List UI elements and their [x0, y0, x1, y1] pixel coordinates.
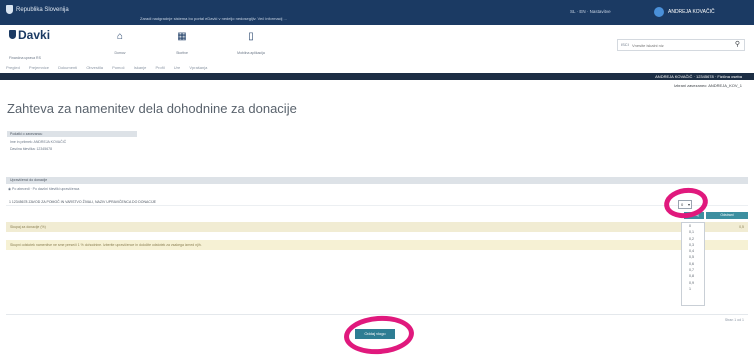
search-box: ISCI ⚲: [617, 39, 745, 51]
sort-radio[interactable]: ◉ Po abecedi · Po davčni številki upravi…: [8, 187, 79, 191]
breadcrumb: Pregled Prejemnice Dokumenti Obvestila P…: [0, 65, 754, 73]
coat-of-arms-icon: [6, 5, 13, 14]
crumb-2[interactable]: Prejemnice: [29, 65, 49, 70]
crumb-5[interactable]: Pomoč: [112, 65, 124, 70]
selected-taxpayer: Izbrani zavezanec: ANDREJA_KOV_1: [673, 83, 742, 88]
taxpayer-info-header: Podatki o zavezancu: [7, 131, 137, 137]
taxpayer-strip: ANDREJA KOVAČIČ · 12345678 · Fizična ose…: [0, 73, 754, 80]
nav-mobile-label: Mobilna aplikacija: [237, 51, 265, 55]
crumb-8[interactable]: Ure: [174, 65, 180, 70]
user-name[interactable]: ANDREJA KOVAČIČ: [668, 9, 715, 15]
warning-message: Skupni odstotek namenitve ne sme preseči…: [6, 240, 748, 250]
taxpayer-info: Podatki o zavezancu Ime in priimek: ANDR…: [7, 131, 137, 151]
divider: [6, 314, 748, 315]
logo-text: Davki: [18, 28, 51, 42]
total-label: Skupaj za donacije (%): [10, 225, 46, 229]
logo-subtitle: Finančna uprava RS: [9, 56, 41, 60]
shield-icon: [9, 30, 16, 39]
nav-home-label: Domov: [114, 51, 126, 55]
annotation-circle-submit: [342, 313, 416, 356]
percentage-options-list: 0 0,1 0,2 0,3 0,4 0,5 0,6 0,7 0,8 0,9 1: [681, 222, 705, 306]
total-value: 0,5: [739, 225, 744, 229]
search-tag: ISCI: [621, 42, 629, 47]
remove-button[interactable]: Odstrani: [706, 212, 748, 219]
brand-text: Republika Slovenija: [16, 7, 69, 13]
crumb-7[interactable]: Profil: [156, 65, 165, 70]
top-tools[interactable]: SL · EN · Nastavitve: [570, 9, 611, 14]
maintenance-notice[interactable]: Zaradi nadgradnje sistema bo portal eDav…: [140, 16, 287, 21]
home-icon: ⌂: [116, 31, 124, 42]
logo[interactable]: Davki: [9, 28, 50, 42]
services-icon: ▦: [177, 31, 187, 42]
header: Davki Finančna uprava RS ⌂ Domov ▦ Stori…: [0, 25, 754, 65]
mobile-icon: ▯: [248, 31, 254, 42]
total-row: Skupaj za donacije (%) 0,5: [6, 222, 748, 232]
section-header: Upravičenci do donacije: [6, 177, 748, 184]
page: Republika Slovenija Zaradi nadgradnje si…: [0, 0, 754, 356]
page-title: Zahteva za namenitev dela dohodnine za d…: [7, 101, 297, 116]
search-icon[interactable]: ⚲: [735, 40, 740, 48]
crumb-4[interactable]: Obvestila: [86, 65, 103, 70]
crumb-3[interactable]: Dokumenti: [58, 65, 77, 70]
nav-mobile[interactable]: ▯ Mobilna aplikacija: [226, 31, 276, 55]
taxpayer-number: Davčna številka: 12345678: [10, 147, 53, 151]
crumb-1[interactable]: Pregled: [6, 65, 20, 70]
top-bar: Republika Slovenija Zaradi nadgradnje si…: [0, 0, 754, 25]
taxpayer-strip-info: ANDREJA KOVAČIČ · 12345678 · Fizična ose…: [655, 74, 742, 79]
nav-home[interactable]: ⌂ Domov: [95, 31, 145, 55]
avatar[interactable]: [654, 7, 664, 17]
table-row[interactable]: 1 12345678 ZAVOD ZA POMOČ IN VARSTVO ŽIV…: [6, 198, 748, 206]
option-item[interactable]: 1: [682, 286, 704, 292]
nav-services[interactable]: ▦ Storitve: [157, 31, 207, 55]
nav-services-label: Storitve: [176, 51, 188, 55]
crumb-9[interactable]: Vprašanja: [189, 65, 207, 70]
taxpayer-name: Ime in priimek: ANDREJA KOVAČIČ: [10, 140, 67, 144]
crumb-6[interactable]: Iskanje: [134, 65, 147, 70]
page-indicator: Stran 1 od 1: [724, 318, 744, 322]
search-input[interactable]: [632, 41, 728, 49]
